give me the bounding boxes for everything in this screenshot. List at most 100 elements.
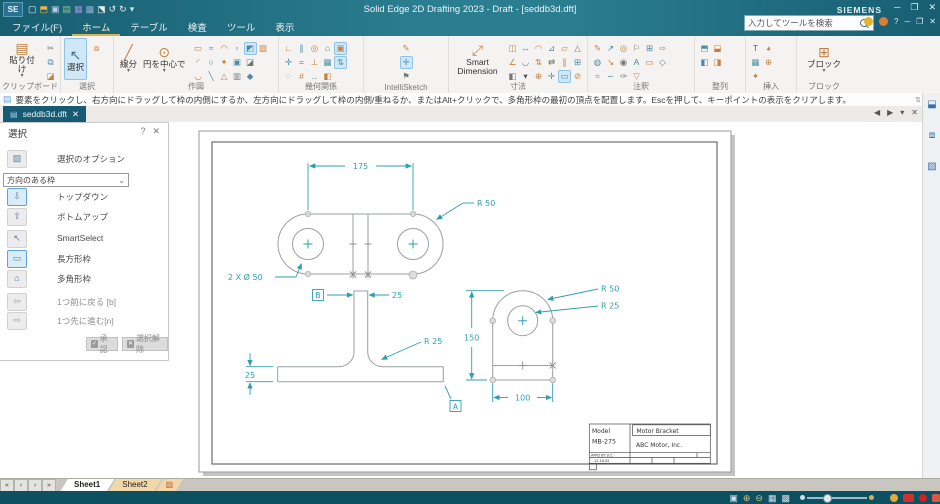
tab-home[interactable]: ホーム [72,17,121,36]
zoom-slider-track[interactable] [807,493,867,503]
dropdown-arrow-icon[interactable]: ▾ [163,68,166,74]
rectangle-fence-button[interactable]: ▭ [7,250,27,268]
tray-red-dot-icon[interactable] [919,493,927,502]
dim-side-width[interactable]: 100 [514,392,532,404]
step-back-button[interactable]: ⇦ [7,293,27,311]
zoom-in-icon[interactable] [869,495,874,500]
command-search[interactable]: 入力してツールを検索 [744,15,874,31]
dropdown-arrow-icon[interactable]: ▾ [127,68,130,74]
titleblock-model-no: MB-275 [592,439,616,446]
zoom-slider[interactable] [800,493,874,503]
fence-mode-dropdown[interactable]: 方向のある枠 ⌄ [3,173,129,187]
dim-top-width[interactable]: 175 [352,161,370,173]
zoom-out-icon[interactable] [800,495,805,500]
polygon-fence-button[interactable]: ⌂ [7,270,27,288]
titleblock-approved: APPD BY: JCC [591,453,613,457]
ribbon-button-線分[interactable]: ╱ 線分 ▾ [117,38,140,80]
bottomup-button[interactable]: ⇧ [7,208,27,226]
zoom-slider-handle[interactable] [823,493,832,503]
group-label: 整列 [712,82,728,91]
ribbon-button-label: 選択 [67,61,85,72]
close-button[interactable]: ✕ [928,2,936,13]
view-command-icon[interactable]: ▩ [781,492,790,504]
minimize-button[interactable]: ─ [894,2,900,13]
ribbon-group-clipboard: ▤ 貼り付け ▾ ✂ ⧉ ◪ クリップボード [0,36,61,93]
deselect-button[interactable]: ✕ 選択解除 [122,334,168,354]
prompt-spinner[interactable]: ⇅ [915,96,921,104]
document-tab-close-icon[interactable]: ✕ [72,109,79,120]
view-command-icon[interactable]: ▦ [768,492,777,504]
group-label: 挿入 [763,82,779,91]
tab-tools[interactable]: ツール [217,17,266,36]
view-command-icons: ▣ ⊕ ⊖ ▦ ▩ [729,492,790,504]
community-icon[interactable] [879,17,888,26]
dropdown-arrow-icon[interactable]: ▾ [822,68,825,74]
ribbon-tool-icon[interactable]: ◨ [711,56,724,69]
view-command-icon[interactable]: ⊕ [743,492,751,504]
doc-minimize-button[interactable]: ─ [904,17,910,26]
tab-nav-icon[interactable]: ▾ [900,108,904,117]
view-command-icon[interactable]: ⊖ [755,492,763,504]
datum-label-a[interactable]: A [453,403,459,412]
maximize-button[interactable]: ❐ [910,2,918,13]
tab-inspect[interactable]: 検査 [178,17,217,36]
ribbon-button-label: 貼り付け [9,54,35,74]
dim-top-holes[interactable]: 2 X Ø 50 [227,271,264,284]
select-options-label: 選択のオプション [57,154,126,164]
panel-help-icon[interactable]: ? [140,126,145,137]
help-button[interactable]: ? [894,17,898,26]
tab-view[interactable]: 表示 [265,17,304,36]
panel-close-icon[interactable]: ✕ [152,126,160,137]
panel-title: 選択 [8,129,28,140]
ribbon-button-Smart Dimension[interactable]: ⤢ Smart Dimension [452,38,503,80]
dropdown-arrow-icon[interactable]: ▾ [20,73,23,79]
ribbon-button-icon: ▤ [15,39,29,56]
dim-side-radius[interactable]: R 50 [600,283,621,295]
background-sheet-icon[interactable]: ▨ [166,480,174,489]
tab-table[interactable]: テーブル [120,17,177,36]
smartselect-button[interactable]: ↖ [7,230,27,248]
dock-panel-icon[interactable]: ▧ [927,161,936,172]
accept-button[interactable]: ✓ 承認 [86,334,119,354]
select-options-button[interactable]: ▧ [7,150,27,168]
dim-front-base[interactable]: 25 [244,370,257,382]
group-label: ブロック [808,82,840,91]
tab-nav-icon[interactable]: ◀ [874,108,880,117]
ribbon-button-ブロック[interactable]: ⊞ ブロック ▾ [804,38,844,80]
tab-nav-icon[interactable]: ✕ [911,108,918,117]
dim-side-height[interactable]: 150 [463,332,481,344]
window-title: Solid Edge 2D Drafting 2023 - Draft - [s… [363,4,577,15]
dock-panel-icon[interactable]: ⧈ [929,130,935,141]
ribbon-tool-icon[interactable]: ⚑ [400,70,413,83]
dim-front-stem[interactable]: 25 [391,290,404,302]
tray-orange-dot-icon[interactable] [890,493,898,502]
ribbon-tool-icon[interactable]: ◧ [698,56,711,69]
drawing-sheet[interactable] [198,130,732,473]
step-forward-button[interactable]: ⇨ [7,312,27,330]
dim-side-hole[interactable]: R 25 [600,300,621,312]
document-tab[interactable]: ▤ seddb3d.dft ✕ [3,106,87,122]
topdown-button[interactable]: ⇩ [7,188,27,206]
tab-file[interactable]: ファイル(F) [2,17,72,36]
tray-pin-icon[interactable] [932,493,940,502]
group-label: 注釈 [633,82,649,91]
rectangle-fence-label: 長方形枠 [57,254,92,264]
ribbon-button-貼り付け[interactable]: ▤ 貼り付け ▾ [3,38,41,80]
group-label: 作図 [188,82,204,91]
ribbon-tool-icon[interactable]: ⧈ [90,42,103,55]
ribbon-button-円を中心で[interactable]: ⊙ 円を中心で ▾ [140,38,189,80]
datum-label-b[interactable]: B [315,291,320,300]
view-command-icon[interactable]: ▣ [729,492,738,504]
dock-panel-icon[interactable]: ⬓ [927,99,936,110]
doc-restore-button[interactable]: ❐ [916,17,923,26]
tray-red-pill-icon[interactable] [903,493,914,502]
tab-scroll-controls: ◀ ▶ ▾ ✕ [874,108,918,117]
ribbon: ▤ 貼り付け ▾ ✂ ⧉ ◪ クリップボード ↖ 選択 ⧈ 選択 ╱ 線分 ▾ ⊙ 円を中心で ▾ ▭ ≈ ◠… [0,36,940,94]
learning-icon[interactable] [864,17,873,26]
dim-top-radius[interactable]: R 50 [476,198,497,210]
dim-front-fillet[interactable]: R 25 [423,336,444,348]
ribbon-button-選択[interactable]: ↖ 選択 [64,38,88,80]
tab-nav-icon[interactable]: ▶ [887,108,893,117]
smartselect-label: SmartSelect [57,233,104,243]
doc-close-button[interactable]: ✕ [929,17,936,26]
